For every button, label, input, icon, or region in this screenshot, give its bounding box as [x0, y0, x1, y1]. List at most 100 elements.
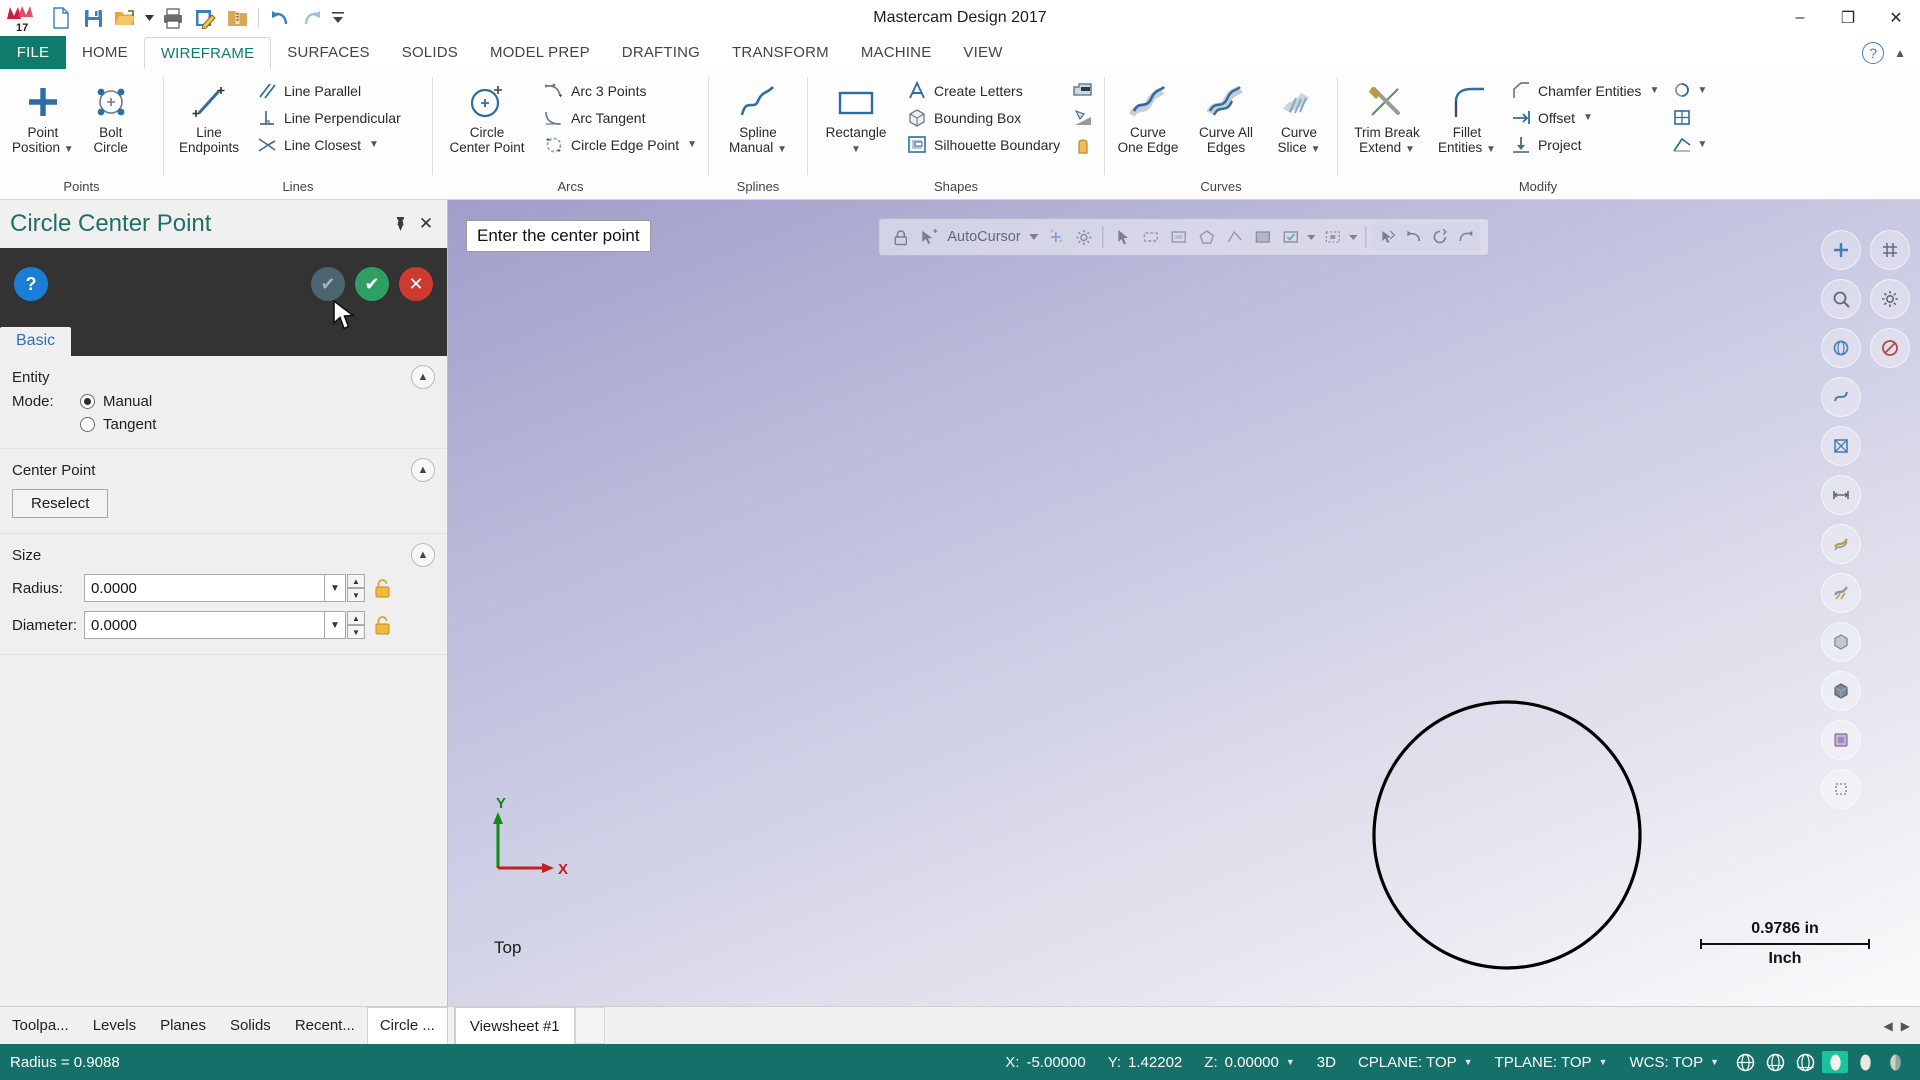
modify-circle-icon[interactable] [1667, 77, 1697, 104]
line-endpoints-button[interactable]: Line Endpoints [170, 75, 248, 155]
restore-button[interactable]: ❐ [1824, 0, 1872, 36]
wcs-selector[interactable]: WCS: TOP ▼ [1618, 1054, 1730, 1071]
section-view-icon[interactable] [1821, 426, 1861, 466]
undo-icon[interactable] [265, 3, 295, 33]
select-polygon-icon[interactable] [1194, 223, 1220, 251]
tab-circle[interactable]: Circle ... [366, 1007, 448, 1044]
open-dropdown-caret[interactable] [142, 3, 156, 33]
line-perpendicular-button[interactable]: Line Perpendicular [250, 104, 407, 131]
print-icon[interactable] [158, 3, 188, 33]
snap-point-icon[interactable] [1043, 223, 1069, 251]
close-icon[interactable]: ✕ [413, 211, 439, 237]
diameter-spinner[interactable]: ▲ ▼ [347, 611, 365, 639]
coord-x[interactable]: X: -5.00000 [994, 1054, 1096, 1071]
radio-tangent-label[interactable]: Tangent [103, 416, 156, 433]
view-settings-icon[interactable] [1870, 279, 1910, 319]
line-closest-caret[interactable]: ▼ [369, 139, 379, 150]
trim-break-extend-button[interactable]: Trim Break Extend ▼ [1344, 75, 1430, 157]
select-all-icon[interactable] [1250, 223, 1276, 251]
bottom-tab-prev[interactable]: ◀ [1884, 1019, 1893, 1033]
reselect-button[interactable]: Reselect [12, 489, 109, 518]
tab-solids[interactable]: Solids [218, 1007, 283, 1044]
customize-qat-icon[interactable] [329, 3, 347, 33]
coord-z[interactable]: Z: 0.00000 ▼ [1193, 1054, 1306, 1071]
modify-normal-icon[interactable] [1667, 131, 1697, 158]
tab-transform[interactable]: TRANSFORM [716, 36, 845, 69]
tab-planes[interactable]: Planes [148, 1007, 218, 1044]
solid-shade-icon[interactable] [1821, 671, 1861, 711]
circle-edge-point-button[interactable]: Circle Edge Point ▼ [537, 131, 703, 158]
tplane-caret[interactable]: ▼ [1599, 1057, 1608, 1067]
sphere-wire3-icon[interactable] [1790, 1049, 1820, 1075]
refresh-icon[interactable] [1427, 223, 1453, 251]
radius-dropdown-icon[interactable]: ▼ [324, 574, 346, 602]
create-letters-button[interactable]: Create Letters [900, 77, 1066, 104]
tab-file[interactable]: FILE [0, 36, 66, 69]
shade-wireframe-toggle[interactable] [1820, 1049, 1850, 1075]
tab-toolpaths[interactable]: Toolpa... [0, 1007, 81, 1044]
help-button[interactable]: ? [14, 267, 48, 301]
redo-icon[interactable] [297, 3, 327, 33]
zoom-window-icon[interactable] [1821, 279, 1861, 319]
autocursor-icon[interactable] [915, 223, 941, 251]
point-position-button[interactable]: Point Position ▼ [6, 75, 80, 157]
arc-tangent-button[interactable]: Arc Tangent [537, 104, 703, 131]
rectangle-button[interactable]: Rectangle ▼ [814, 75, 898, 157]
select-mask-caret[interactable] [1348, 223, 1360, 251]
add-viewsheet-button[interactable] [574, 1007, 605, 1044]
shade-solid-toggle[interactable] [1850, 1049, 1880, 1075]
select-window-icon[interactable] [1166, 223, 1192, 251]
arc-3-points-button[interactable]: Arc 3 Points [537, 77, 703, 104]
zip-folder-icon[interactable] [222, 3, 252, 33]
sphere-wire-icon[interactable] [1730, 1049, 1760, 1075]
analyze-icon[interactable] [1375, 223, 1401, 251]
bounding-box-button[interactable]: Bounding Box [900, 104, 1066, 131]
section-size-collapse-icon[interactable]: ▲ [411, 543, 435, 567]
radius-input[interactable] [84, 574, 324, 602]
new-file-icon[interactable] [46, 3, 76, 33]
save-icon[interactable] [78, 3, 108, 33]
tab-basic[interactable]: Basic [0, 327, 72, 356]
radius-lock-icon[interactable] [369, 574, 395, 602]
diameter-lock-icon[interactable] [369, 611, 395, 639]
wcs-caret[interactable]: ▼ [1710, 1057, 1719, 1067]
unselect-icon[interactable] [1453, 223, 1479, 251]
select-mask-icon[interactable] [1320, 223, 1346, 251]
lock-icon[interactable] [887, 223, 913, 251]
spline-manual-button[interactable]: Spline Manual ▼ [716, 75, 800, 157]
shade-half-toggle[interactable] [1880, 1049, 1910, 1075]
tab-recent[interactable]: Recent... [283, 1007, 367, 1044]
diameter-spin-up[interactable]: ▲ [347, 611, 365, 625]
tab-model-prep[interactable]: MODEL PREP [474, 36, 606, 69]
tplane-selector[interactable]: TPLANE: TOP ▼ [1484, 1054, 1619, 1071]
dynamic-rotate-icon[interactable] [1821, 377, 1861, 417]
material-shade-icon[interactable] [1821, 720, 1861, 760]
apply-button[interactable]: ✔ [311, 267, 345, 301]
autocursor-caret[interactable] [1027, 223, 1041, 251]
tab-wireframe[interactable]: WIREFRAME [143, 37, 272, 69]
silhouette-boundary-button[interactable]: Silhouette Boundary [900, 131, 1066, 158]
radio-manual[interactable] [80, 394, 95, 409]
radio-manual-label[interactable]: Manual [103, 393, 152, 410]
select-only-caret[interactable] [1306, 223, 1318, 251]
select-vector-icon[interactable] [1222, 223, 1248, 251]
line-parallel-button[interactable]: Line Parallel [250, 77, 407, 104]
viewsheet-tab[interactable]: Viewsheet #1 [454, 1007, 575, 1044]
bolt-circle-button[interactable]: Bolt Circle [82, 75, 140, 155]
modify-circle-caret[interactable]: ▼ [1697, 85, 1707, 96]
fit-view-icon[interactable] [1821, 230, 1861, 270]
tab-machine[interactable]: MACHINE [845, 36, 948, 69]
cancel-button[interactable]: ✕ [399, 267, 433, 301]
help-question-icon[interactable]: ? [1862, 41, 1885, 64]
graphics-viewport[interactable]: Enter the center point AutoCursor Y X To… [448, 200, 1920, 1006]
sphere-wire2-icon[interactable] [1760, 1049, 1790, 1075]
radius-spin-up[interactable]: ▲ [347, 574, 365, 588]
no-entry-icon[interactable] [1870, 328, 1910, 368]
coord-y[interactable]: Y: 1.42202 [1097, 1054, 1194, 1071]
bottom-tab-next[interactable]: ▶ [1901, 1019, 1910, 1033]
project-button[interactable]: Project [1504, 131, 1665, 158]
relief-groove-icon[interactable] [1068, 104, 1098, 131]
mode-3d[interactable]: 3D [1306, 1054, 1347, 1071]
settings-gear-icon[interactable] [1071, 223, 1097, 251]
coord-z-caret[interactable]: ▼ [1286, 1057, 1295, 1067]
